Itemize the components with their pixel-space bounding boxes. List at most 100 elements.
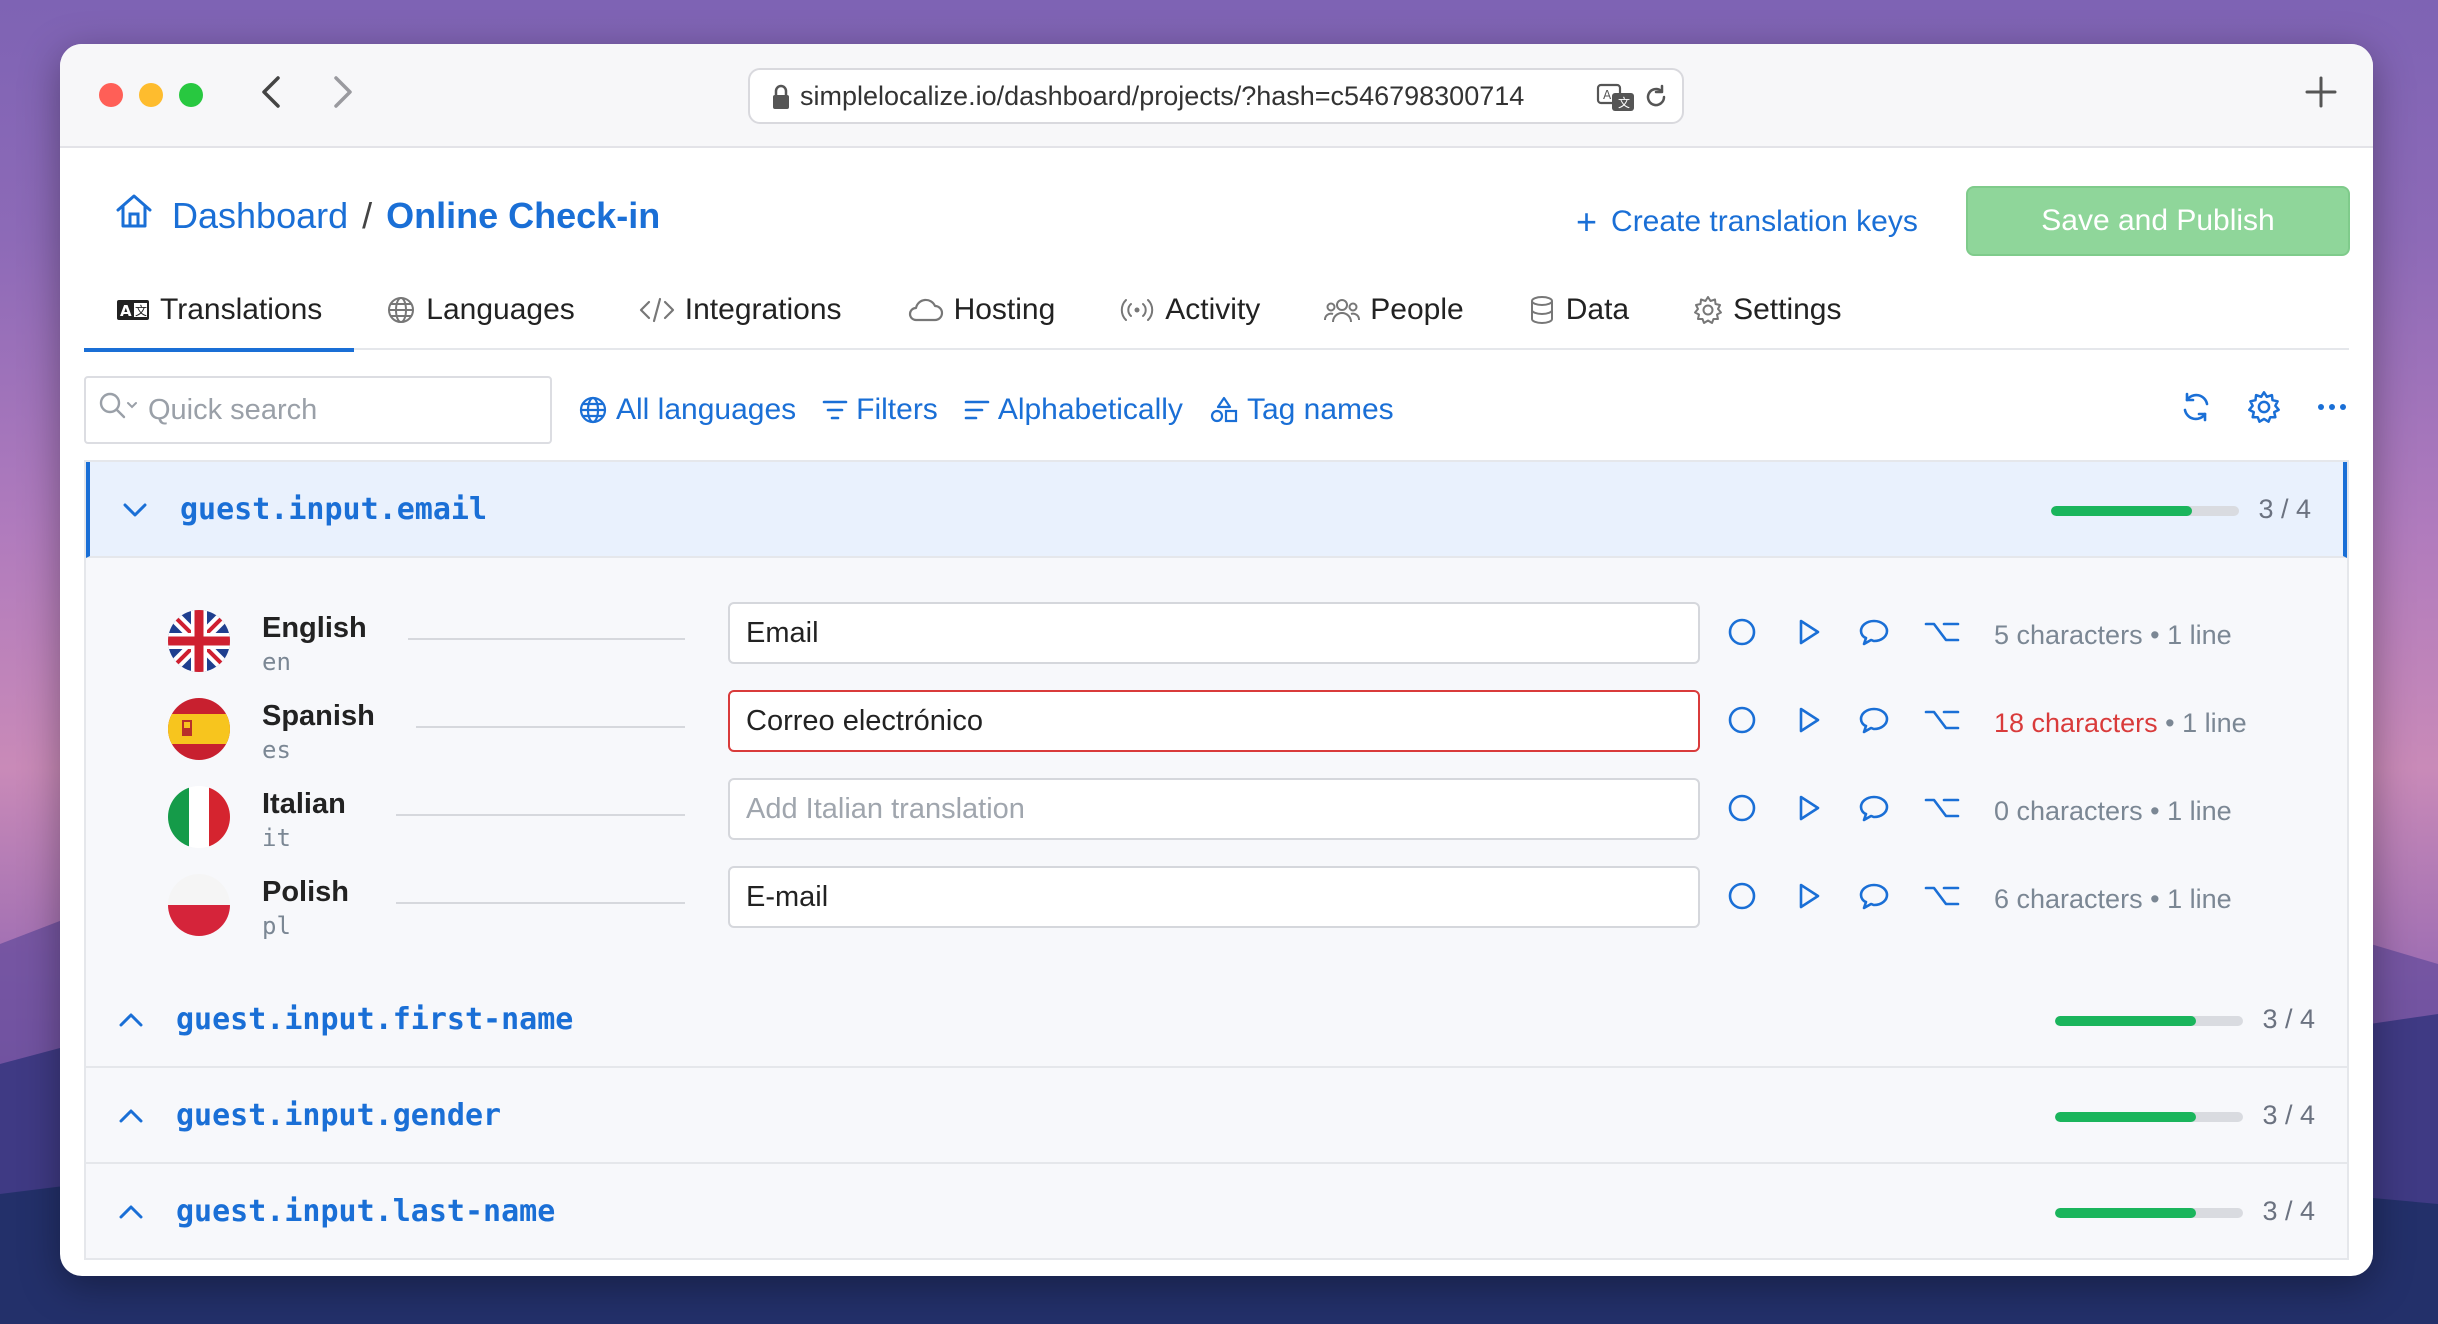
chevron-up-icon[interactable]	[116, 1005, 146, 1035]
shapes-icon	[1209, 395, 1239, 425]
all-languages-label: All languages	[616, 393, 797, 426]
spain-flag-icon	[168, 698, 230, 760]
search-icon	[98, 391, 138, 429]
tab-integrations[interactable]: Integrations	[607, 270, 874, 350]
quick-search[interactable]	[84, 376, 552, 444]
key-group-collapsed[interactable]: guest.input.gender 3 / 4	[84, 1068, 2349, 1164]
review-status-icon[interactable]	[1726, 880, 1758, 912]
plus-icon: +	[1576, 201, 1598, 242]
progress-bar	[2055, 1112, 2243, 1122]
translation-input-spanish[interactable]	[728, 690, 1700, 752]
play-icon[interactable]	[1792, 880, 1824, 912]
url-text: simplelocalize.io/dashboard/projects/?ha…	[800, 80, 1525, 111]
people-icon	[1324, 296, 1361, 324]
chevron-up-icon[interactable]	[116, 1101, 146, 1131]
sort-button[interactable]: Alphabetically	[964, 393, 1183, 427]
chevron-down-icon[interactable]	[120, 495, 150, 525]
translation-icon: A文	[116, 298, 150, 322]
branch-icon[interactable]	[1924, 616, 1960, 648]
row-actions	[1726, 616, 1994, 648]
tab-label: Translations	[160, 293, 323, 326]
uk-flag-icon	[168, 610, 230, 672]
tab-settings[interactable]: Settings	[1661, 270, 1873, 350]
key-header[interactable]: guest.input.email 3 / 4	[86, 462, 2347, 558]
more-options-icon[interactable]	[2315, 390, 2349, 424]
comment-icon[interactable]	[1858, 616, 1890, 648]
new-tab-icon[interactable]	[2303, 74, 2339, 115]
line-count: 1 line	[2182, 708, 2247, 738]
search-input[interactable]	[148, 393, 508, 427]
tab-label: Integrations	[684, 293, 842, 326]
translation-input-polish[interactable]	[728, 866, 1700, 928]
italy-flag-icon	[168, 786, 230, 848]
key-name[interactable]: guest.input.email	[180, 492, 487, 527]
key-name[interactable]: guest.input.last-name	[176, 1194, 555, 1229]
play-icon[interactable]	[1792, 792, 1824, 824]
translation-row-italian: Italian it 0 characters • 1 line	[86, 774, 2347, 862]
key-group-collapsed[interactable]: guest.input.first-name 3 / 4	[84, 972, 2349, 1068]
meta-separator: •	[2165, 708, 2175, 738]
filters-label: Filters	[856, 393, 938, 426]
key-name[interactable]: guest.input.first-name	[176, 1002, 573, 1037]
tab-people[interactable]: People	[1292, 270, 1495, 350]
row-actions	[1726, 704, 1994, 736]
breadcrumb-project-name[interactable]: Online Check-in	[386, 195, 660, 237]
comment-icon[interactable]	[1858, 792, 1890, 824]
refresh-icon[interactable]	[2179, 390, 2213, 424]
key-name[interactable]: guest.input.gender	[176, 1098, 501, 1133]
tab-translations[interactable]: A文 Translations	[84, 270, 355, 352]
branch-icon[interactable]	[1924, 880, 1960, 912]
branch-icon[interactable]	[1924, 704, 1960, 736]
progress-fill	[2055, 1208, 2196, 1218]
comment-icon[interactable]	[1858, 704, 1890, 736]
tab-activity[interactable]: Activity	[1087, 270, 1292, 350]
poland-flag-icon	[168, 874, 230, 936]
tab-languages[interactable]: Languages	[354, 270, 606, 350]
tag-names-button[interactable]: Tag names	[1209, 393, 1394, 427]
all-languages-filter[interactable]: All languages	[578, 393, 796, 427]
translated-count: 3 / 4	[2262, 1196, 2315, 1226]
review-status-icon[interactable]	[1726, 704, 1758, 736]
close-window-button[interactable]	[99, 83, 123, 107]
translation-input-english[interactable]	[728, 602, 1700, 664]
forward-arrow-icon[interactable]	[322, 70, 362, 114]
review-status-icon[interactable]	[1726, 792, 1758, 824]
tab-data[interactable]: Data	[1496, 270, 1661, 350]
row-connector	[408, 638, 685, 640]
translation-input-italian[interactable]	[728, 778, 1700, 840]
sort-icon	[964, 398, 990, 422]
reload-icon[interactable]	[1642, 83, 1670, 118]
breadcrumb-dashboard-link[interactable]: Dashboard	[172, 195, 348, 237]
row-actions	[1726, 880, 1994, 912]
key-group-collapsed[interactable]: guest.input.last-name 3 / 4	[84, 1164, 2349, 1260]
back-arrow-icon[interactable]	[252, 70, 292, 114]
language-name: English	[262, 612, 367, 644]
chevron-up-icon[interactable]	[116, 1197, 146, 1227]
zoom-window-button[interactable]	[179, 83, 203, 107]
home-icon[interactable]	[114, 192, 154, 239]
review-status-icon[interactable]	[1726, 616, 1758, 648]
toolbar-actions	[2145, 390, 2349, 424]
filters-button[interactable]: Filters	[822, 393, 938, 427]
row-actions	[1726, 792, 1994, 824]
create-translation-keys-button[interactable]: + Create translation keys	[1576, 204, 1918, 240]
key-header[interactable]: guest.input.first-name 3 / 4	[86, 972, 2347, 1066]
language-code: es	[262, 736, 291, 764]
cloud-icon	[906, 297, 944, 323]
comment-icon[interactable]	[1858, 880, 1890, 912]
tab-hosting[interactable]: Hosting	[874, 270, 1088, 350]
translate-page-icon[interactable]: A文	[1596, 82, 1636, 121]
address-bar[interactable]: simplelocalize.io/dashboard/projects/?ha…	[748, 68, 1684, 124]
gear-icon[interactable]	[2247, 390, 2281, 424]
save-and-publish-button[interactable]: Save and Publish	[1966, 186, 2350, 256]
tab-label: Data	[1565, 293, 1630, 326]
minimize-window-button[interactable]	[139, 83, 163, 107]
play-icon[interactable]	[1792, 704, 1824, 736]
play-icon[interactable]	[1792, 616, 1824, 648]
key-header[interactable]: guest.input.last-name 3 / 4	[86, 1164, 2347, 1258]
progress-fill	[2055, 1112, 2196, 1122]
meta-separator: •	[2150, 620, 2160, 650]
branch-icon[interactable]	[1924, 792, 1960, 824]
key-header[interactable]: guest.input.gender 3 / 4	[86, 1068, 2347, 1162]
language-code: it	[262, 824, 291, 852]
